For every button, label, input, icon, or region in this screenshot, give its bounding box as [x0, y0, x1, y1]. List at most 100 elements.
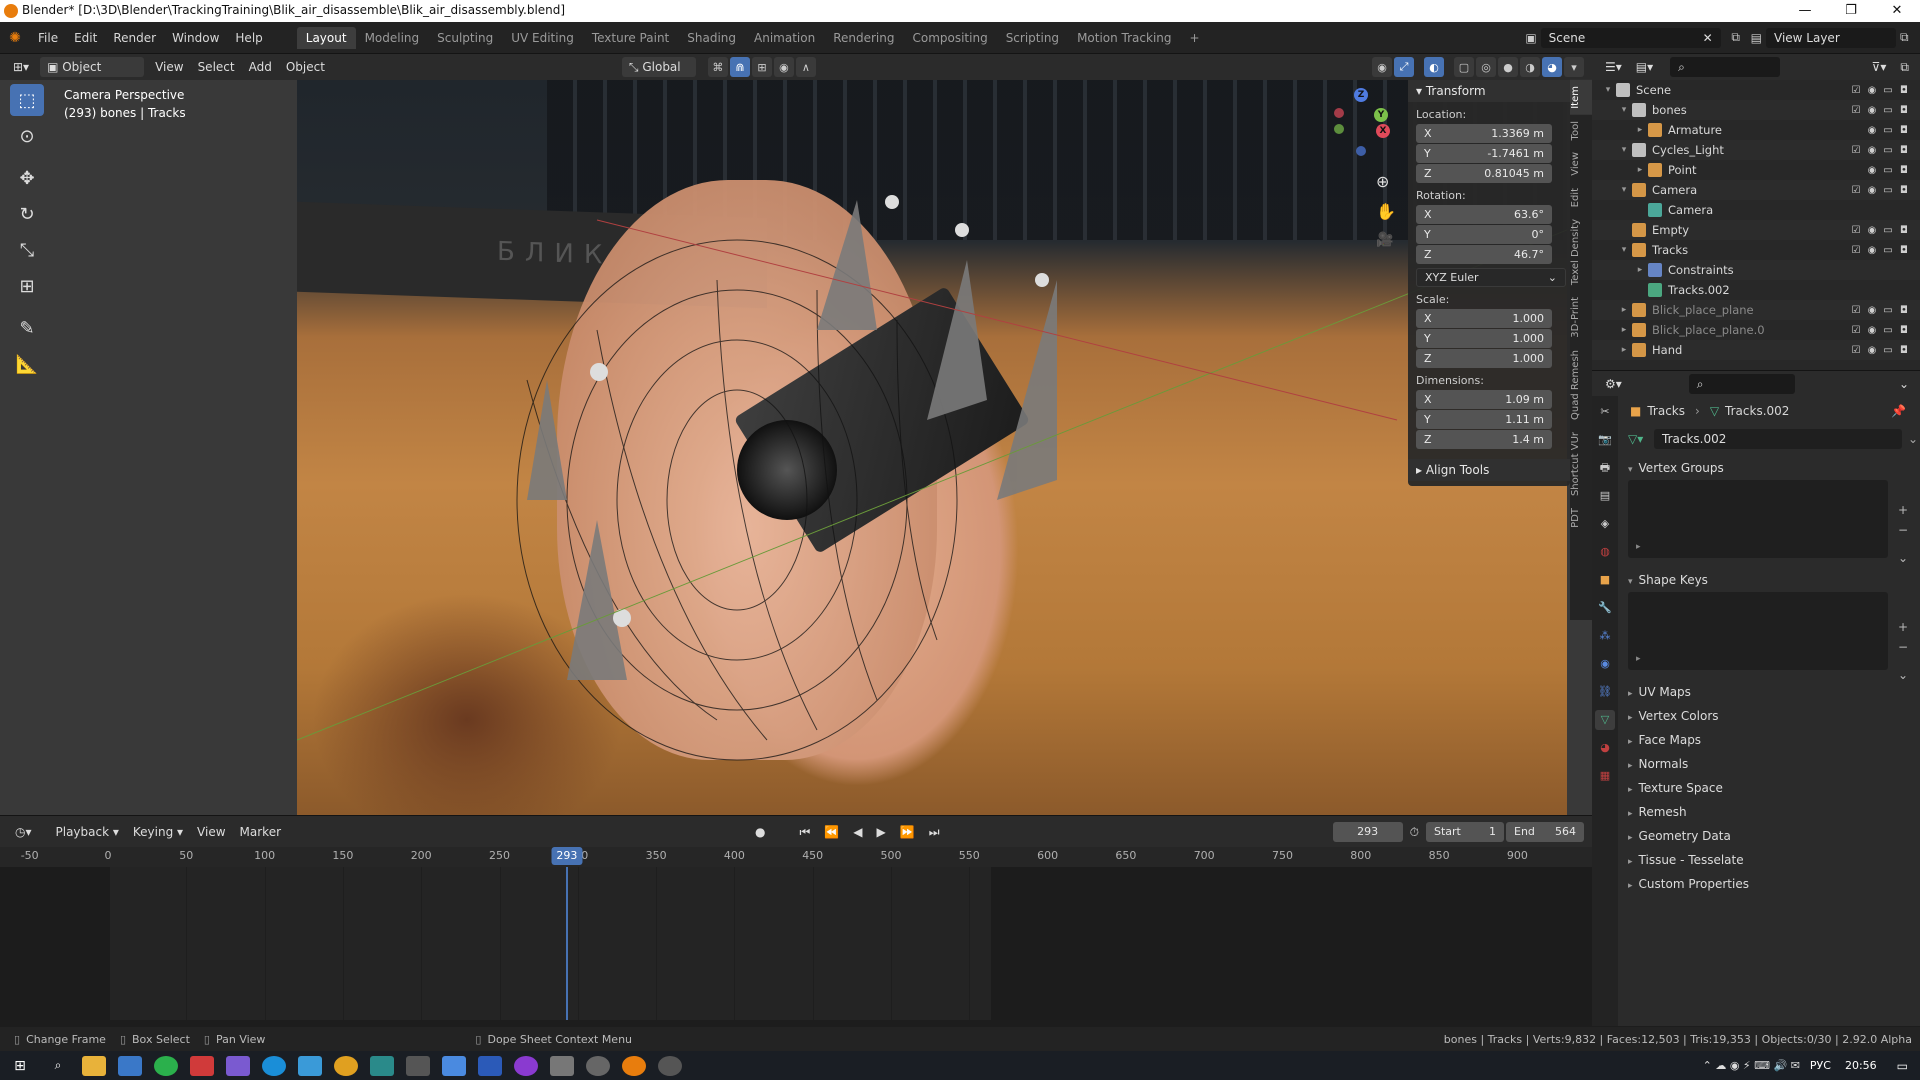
checkbox-icon[interactable]: ☑ — [1848, 105, 1864, 116]
tab-animation[interactable]: Animation — [745, 27, 824, 49]
timeline-ruler[interactable]: -500501001502002503003504004505005506006… — [0, 847, 1592, 867]
section-remesh[interactable]: ▸ Remesh — [1618, 800, 1920, 824]
camera-icon[interactable]: ◘ — [1896, 105, 1912, 116]
section-shape-keys[interactable]: ▾ Shape Keys — [1618, 568, 1920, 592]
app-icon[interactable] — [190, 1055, 214, 1076]
output-properties-icon[interactable]: 🖶 — [1595, 458, 1615, 478]
sidebar-tab-tool[interactable]: Tool — [1570, 115, 1592, 146]
eye-icon[interactable]: ◉ — [1864, 325, 1880, 336]
whatsapp-icon[interactable] — [154, 1055, 178, 1076]
pivot-icon[interactable]: ⌘ — [707, 57, 728, 77]
camera-icon[interactable]: ◘ — [1896, 245, 1912, 256]
shading-material-icon[interactable]: ◑ — [1520, 57, 1540, 77]
particle-properties-icon[interactable]: ⁂ — [1595, 626, 1615, 646]
rotation-mode-dropdown[interactable]: XYZ Euler ⌄ — [1416, 268, 1566, 287]
scale-x-field[interactable]: X 1.000 — [1416, 309, 1552, 328]
app-icon[interactable] — [658, 1055, 682, 1076]
play-reverse-icon[interactable]: ◀ — [846, 822, 869, 842]
menu-timeline-view[interactable]: View — [190, 822, 232, 842]
menu-add[interactable]: Add — [242, 57, 279, 77]
monitor-icon[interactable]: ▭ — [1880, 325, 1896, 336]
timeline-area[interactable] — [0, 867, 1592, 1020]
expand-icon[interactable]: ▾ — [1602, 85, 1614, 95]
filter-icon[interactable]: ⊽▾ — [1865, 57, 1894, 77]
sidebar-tab-edit[interactable]: Edit — [1570, 182, 1592, 213]
checkbox-icon[interactable]: ☑ — [1848, 145, 1864, 156]
record-icon[interactable]: ● — [748, 822, 772, 842]
app-icon[interactable] — [442, 1055, 466, 1076]
tab-motion-tracking[interactable]: Motion Tracking — [1068, 27, 1180, 49]
add-vertex-group-button[interactable]: + — [1894, 501, 1912, 519]
outliner-row[interactable]: ▾ bones ☑ ◉ ▭ ◘ — [1592, 100, 1920, 120]
eye-icon[interactable]: ◉ — [1864, 345, 1880, 356]
move-tool-icon[interactable]: ✥ — [10, 162, 44, 194]
remove-vertex-group-button[interactable]: − — [1894, 521, 1912, 539]
monitor-icon[interactable]: ▭ — [1880, 245, 1896, 256]
notifications-icon[interactable]: ▭ — [1897, 1059, 1908, 1073]
outliner-row[interactable]: ▾ Scene ☑ ◉ ▭ ◘ — [1592, 80, 1920, 100]
checkbox-icon[interactable]: ☑ — [1848, 85, 1864, 96]
vertex-groups-list[interactable]: ▸ — [1628, 480, 1888, 558]
rotation-y-field[interactable]: Y 0° — [1416, 225, 1552, 244]
transform-tool-icon[interactable]: ⊞ — [10, 270, 44, 302]
outliner-row[interactable]: Empty ☑ ◉ ▭ ◘ — [1592, 220, 1920, 240]
shading-options-icon[interactable]: ▾ — [1564, 57, 1584, 77]
tray-icons[interactable]: ⌃ ☁ ◉ ⚡ ⌨ 🔊 ✉ — [1703, 1059, 1800, 1072]
overlay-toggle-icon[interactable]: ◐ — [1424, 57, 1444, 77]
expand-icon[interactable]: ▸ — [1636, 542, 1641, 552]
annotate-tool-icon[interactable]: ✎ — [10, 312, 44, 344]
monitor-icon[interactable]: ▭ — [1880, 145, 1896, 156]
outliner-row[interactable]: ▸ Blick_place_plane.0 ☑ ◉ ▭ ◘ — [1592, 320, 1920, 340]
view-layer-selector[interactable]: View Layer — [1766, 27, 1896, 48]
chevron-down-icon[interactable]: ⌄ — [1892, 374, 1916, 394]
calculator-icon[interactable] — [550, 1055, 574, 1076]
outliner-row[interactable]: ▸ Blick_place_plane ☑ ◉ ▭ ◘ — [1592, 300, 1920, 320]
tool-properties-icon[interactable]: ✂ — [1595, 402, 1615, 422]
monitor-icon[interactable]: ▭ — [1880, 305, 1896, 316]
menu-playback[interactable]: Playback ▾ — [49, 822, 126, 842]
menu-render[interactable]: Render — [105, 27, 164, 49]
dimensions-z-field[interactable]: Z 1.4 m — [1416, 430, 1552, 449]
cursor-tool-icon[interactable]: ⊙ — [10, 120, 44, 152]
vertex-group-menu-icon[interactable]: ⌄ — [1894, 549, 1912, 567]
gizmo-x[interactable]: X — [1376, 124, 1390, 138]
expand-icon[interactable]: ▾ — [1618, 245, 1630, 255]
tab-shading[interactable]: Shading — [678, 27, 745, 49]
expand-icon[interactable]: ▸ — [1634, 125, 1646, 135]
eye-icon[interactable]: ◉ — [1864, 185, 1880, 196]
eye-icon[interactable]: ◉ — [1864, 145, 1880, 156]
monitor-icon[interactable]: ▭ — [1880, 125, 1896, 136]
maximize-button[interactable]: ❐ — [1828, 0, 1874, 22]
tab-texture-paint[interactable]: Texture Paint — [583, 27, 678, 49]
snap-target-icon[interactable]: ⊞ — [751, 57, 772, 77]
checkbox-icon[interactable]: ☑ — [1848, 325, 1864, 336]
monitor-icon[interactable]: ▭ — [1880, 225, 1896, 236]
scene-selector[interactable]: Scene ✕ — [1540, 27, 1721, 48]
eye-icon[interactable]: ◉ — [1864, 125, 1880, 136]
view-layer-icon[interactable]: ▤ — [1751, 31, 1762, 45]
playhead-line[interactable] — [565, 867, 568, 1020]
scale-y-field[interactable]: Y 1.000 — [1416, 329, 1552, 348]
app-icon[interactable] — [298, 1055, 322, 1076]
eye-icon[interactable]: ◉ — [1864, 225, 1880, 236]
scale-tool-icon[interactable]: ⤡ — [10, 234, 44, 266]
mesh-data-properties-icon[interactable]: ▽ — [1595, 710, 1615, 730]
dimensions-x-field[interactable]: X 1.09 m — [1416, 390, 1552, 409]
section-geometry-data[interactable]: ▸ Geometry Data — [1618, 824, 1920, 848]
sidebar-tab-pdt[interactable]: PDT — [1570, 502, 1592, 534]
app-icon[interactable] — [406, 1055, 430, 1076]
sidebar-tab-texel-density[interactable]: Texel Density — [1570, 213, 1592, 291]
expand-icon[interactable]: ▾ — [1618, 185, 1630, 195]
chevron-down-icon[interactable]: ⌄ — [1908, 432, 1918, 446]
object-properties-icon[interactable]: ■ — [1595, 570, 1615, 590]
datablock-selector[interactable]: Tracks.002 — [1654, 429, 1902, 449]
shading-solid-icon[interactable]: ● — [1498, 57, 1518, 77]
camera-icon[interactable]: ◘ — [1896, 85, 1912, 96]
tab-compositing[interactable]: Compositing — [903, 27, 996, 49]
sidebar-tab-quad-remesh[interactable]: Quad Remesh — [1570, 344, 1592, 426]
section-uv-maps[interactable]: ▸ UV Maps — [1618, 680, 1920, 704]
language-indicator[interactable]: РУС — [1810, 1059, 1831, 1072]
tab-rendering[interactable]: Rendering — [824, 27, 903, 49]
outliner-row[interactable]: ▾ Tracks ☑ ◉ ▭ ◘ — [1592, 240, 1920, 260]
stopwatch-icon[interactable]: ⏱ — [1403, 822, 1426, 842]
